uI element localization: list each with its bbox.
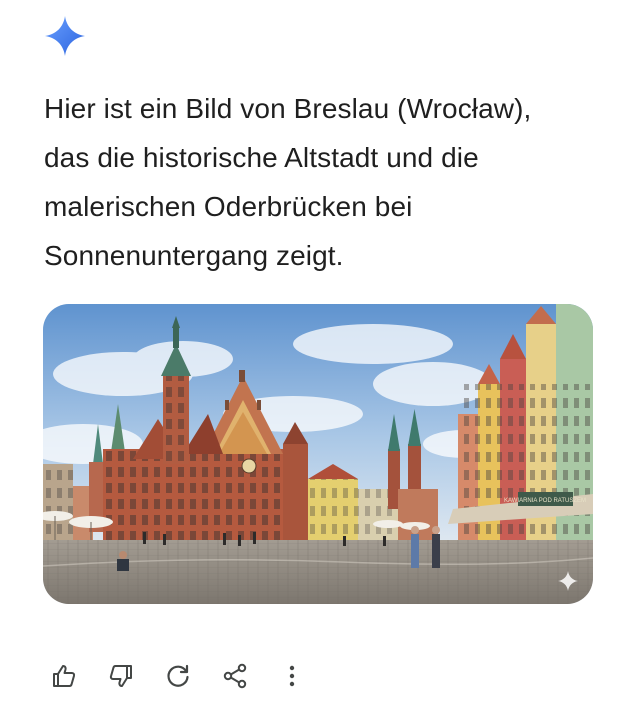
regenerate-icon bbox=[167, 664, 189, 687]
more-options-icon bbox=[289, 665, 295, 687]
gemini-sparkle-icon bbox=[45, 16, 85, 56]
response-line-2: das die historische Altstadt und die bbox=[44, 142, 479, 173]
thumbs-up-button[interactable] bbox=[44, 656, 84, 696]
response-line-4: Sonnenuntergang zeigt. bbox=[44, 240, 344, 271]
wroclaw-market-square-image: KAWIARNIA POD RATUSZEM bbox=[43, 304, 593, 604]
thumbs-down-icon bbox=[109, 665, 132, 687]
regenerate-button[interactable] bbox=[158, 656, 198, 696]
share-button[interactable] bbox=[215, 656, 255, 696]
response-line-3: malerischen Oderbrücken bei bbox=[44, 191, 413, 222]
sparkle-watermark-icon bbox=[558, 571, 578, 591]
response-line-1: Hier ist ein Bild von Breslau (Wrocław), bbox=[44, 93, 532, 124]
response-action-bar bbox=[44, 656, 329, 696]
response-text: Hier ist ein Bild von Breslau (Wrocław),… bbox=[44, 84, 604, 280]
cafe-sign: KAWIARNIA POD RATUSZEM bbox=[504, 498, 586, 504]
thumbs-up-icon bbox=[53, 665, 76, 687]
generated-image[interactable]: KAWIARNIA POD RATUSZEM bbox=[43, 304, 593, 604]
thumbs-down-button[interactable] bbox=[101, 656, 141, 696]
more-options-button[interactable] bbox=[272, 656, 312, 696]
share-icon bbox=[223, 663, 247, 689]
